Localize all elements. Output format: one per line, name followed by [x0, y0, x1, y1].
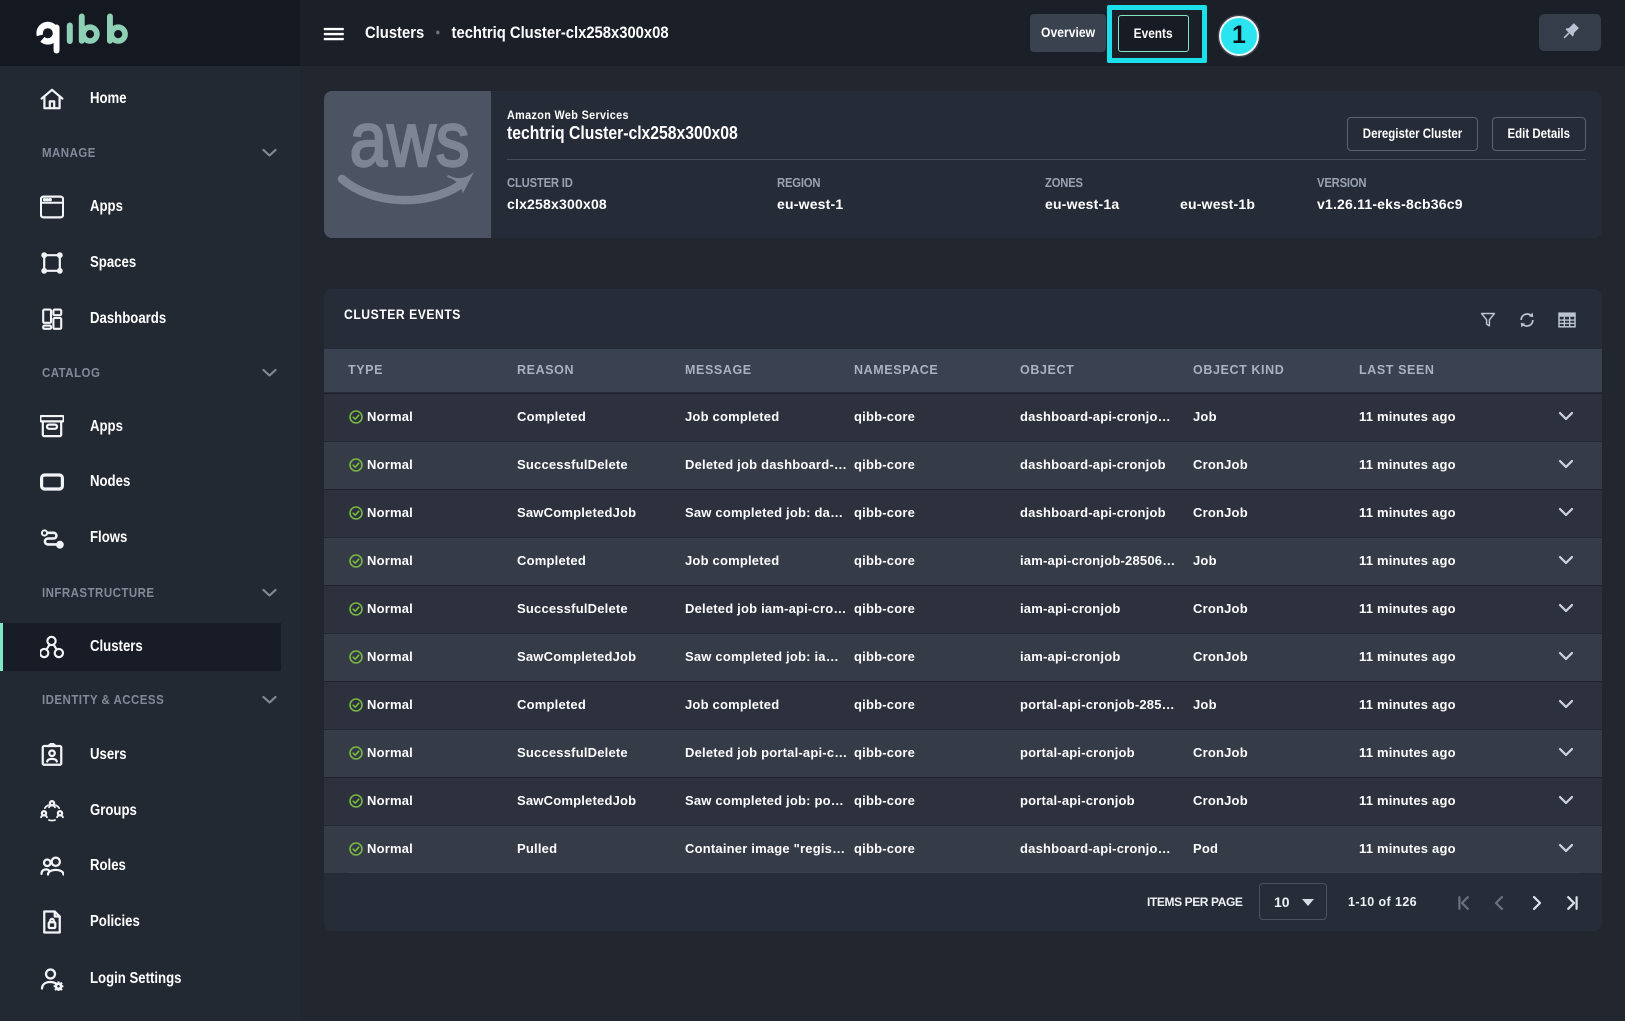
svg-text:aws: aws — [350, 98, 470, 183]
